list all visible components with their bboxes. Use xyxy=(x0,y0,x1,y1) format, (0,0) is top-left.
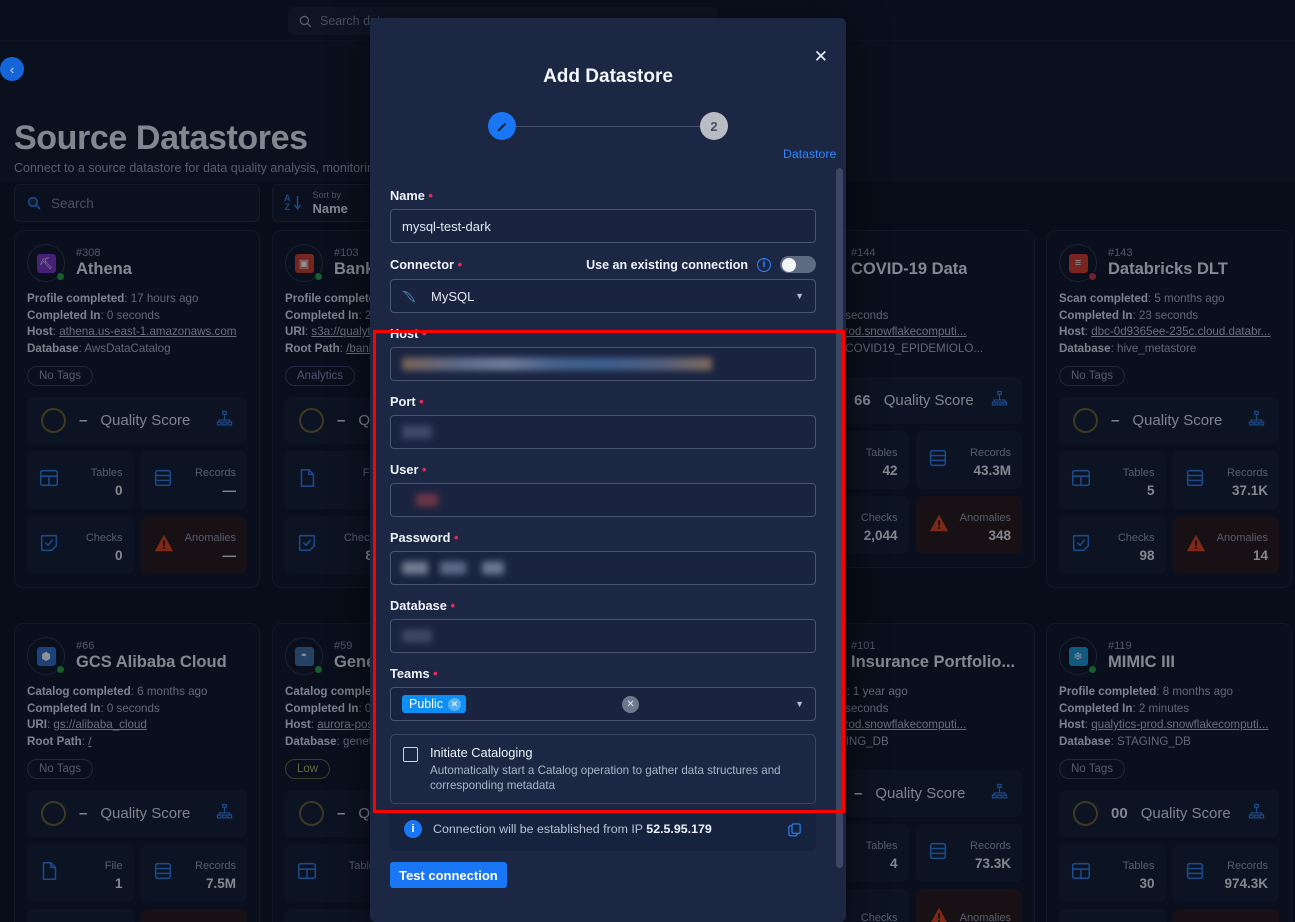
chevron-left-icon: ‹ xyxy=(9,61,15,77)
team-chip-label: Public xyxy=(409,697,444,711)
pencil-icon xyxy=(497,122,506,131)
initiate-cataloging-checkbox[interactable] xyxy=(403,747,418,762)
user-input[interactable] xyxy=(390,483,816,517)
ip-address: 52.5.95.179 xyxy=(646,822,712,836)
connector-label: Connector • xyxy=(390,257,463,272)
connector-field-group: Connector • Use an existing connection i… xyxy=(390,256,816,313)
chip-close-icon[interactable]: ✕ xyxy=(448,697,462,711)
chevron-down-icon[interactable]: ▼ xyxy=(795,699,804,709)
database-field-group: Database • xyxy=(390,598,816,653)
app-root: Search data... Source Datastores Connect… xyxy=(0,0,1295,922)
user-field-group: User • xyxy=(390,462,816,517)
host-redacted-value xyxy=(402,357,712,371)
teams-multiselect[interactable]: Public ✕ ✕ ▼ xyxy=(390,687,816,721)
connector-value: MySQL xyxy=(431,288,475,304)
close-icon[interactable]: ✕ xyxy=(814,48,828,65)
name-label: Name • xyxy=(390,188,433,203)
port-redacted-value xyxy=(402,425,432,439)
teams-field-group: Teams • Public ✕ ✕ ▼ xyxy=(390,666,816,721)
add-datastore-modal: ✕ Add Datastore 2 Datastore Enrichment D… xyxy=(370,18,846,922)
step-1-datastore[interactable] xyxy=(488,112,516,140)
add-datastore-form: Name • Connector • Use an existing conne… xyxy=(370,188,836,888)
password-redacted-value-2 xyxy=(440,561,466,575)
modal-scrollbar[interactable] xyxy=(836,168,843,868)
ip-notice-text: Connection will be established from IP 5… xyxy=(433,822,712,836)
step-2-title: Enrichment Datastore xyxy=(828,147,846,161)
initiate-cataloging-title: Initiate Cataloging xyxy=(430,745,533,760)
chevron-down-icon: ▼ xyxy=(795,291,804,301)
required-marker: • xyxy=(454,530,459,545)
team-chip-public: Public ✕ xyxy=(402,695,467,713)
ip-notice: i Connection will be established from IP… xyxy=(390,807,816,851)
required-marker: • xyxy=(428,188,433,203)
modal-title: Add Datastore xyxy=(543,66,673,87)
connector-select[interactable]: MySQL ▼ xyxy=(390,279,816,313)
name-field-group: Name • xyxy=(390,188,816,243)
password-label: Password • xyxy=(390,530,459,545)
existing-connection-label: Use an existing connection xyxy=(586,257,748,272)
database-input[interactable] xyxy=(390,619,816,653)
initiate-cataloging-card[interactable]: Initiate Cataloging Automatically start … xyxy=(390,734,816,804)
required-marker: • xyxy=(450,598,456,613)
initiate-cataloging-description: Automatically start a Catalog operation … xyxy=(430,764,781,792)
host-label: Host • xyxy=(390,326,427,341)
sidebar-collapse-button[interactable]: ‹ xyxy=(0,57,24,81)
required-marker: • xyxy=(419,394,424,409)
database-redacted-value xyxy=(402,629,432,643)
copy-icon[interactable] xyxy=(787,822,802,837)
password-redacted-value xyxy=(402,561,428,575)
required-marker: • xyxy=(433,666,438,681)
password-redacted-value-3 xyxy=(482,561,504,575)
port-input[interactable] xyxy=(390,415,816,449)
host-field-group: Host • xyxy=(390,326,816,381)
stepper-connector xyxy=(516,125,700,127)
step-2-enrichment[interactable]: 2 xyxy=(700,112,728,140)
existing-connection-toggle[interactable] xyxy=(780,256,816,273)
port-label: Port • xyxy=(390,394,424,409)
name-input[interactable] xyxy=(390,209,816,243)
test-connection-button[interactable]: Test connection xyxy=(390,862,507,888)
info-icon: i xyxy=(404,820,422,838)
database-label: Database • xyxy=(390,598,456,613)
user-redacted-value xyxy=(416,493,438,507)
required-marker: • xyxy=(457,257,463,272)
teams-label: Teams • xyxy=(390,666,438,681)
info-icon[interactable]: i xyxy=(757,257,771,272)
port-field-group: Port • xyxy=(390,394,816,449)
mysql-dolphin-icon xyxy=(402,290,416,302)
required-marker: • xyxy=(422,326,427,341)
clear-all-icon[interactable]: ✕ xyxy=(622,695,640,713)
user-label: User • xyxy=(390,462,427,477)
required-marker: • xyxy=(422,462,427,477)
password-field-group: Password • xyxy=(390,530,816,585)
stepper: 2 Datastore Enrichment Datastore (Recomm… xyxy=(370,112,846,181)
